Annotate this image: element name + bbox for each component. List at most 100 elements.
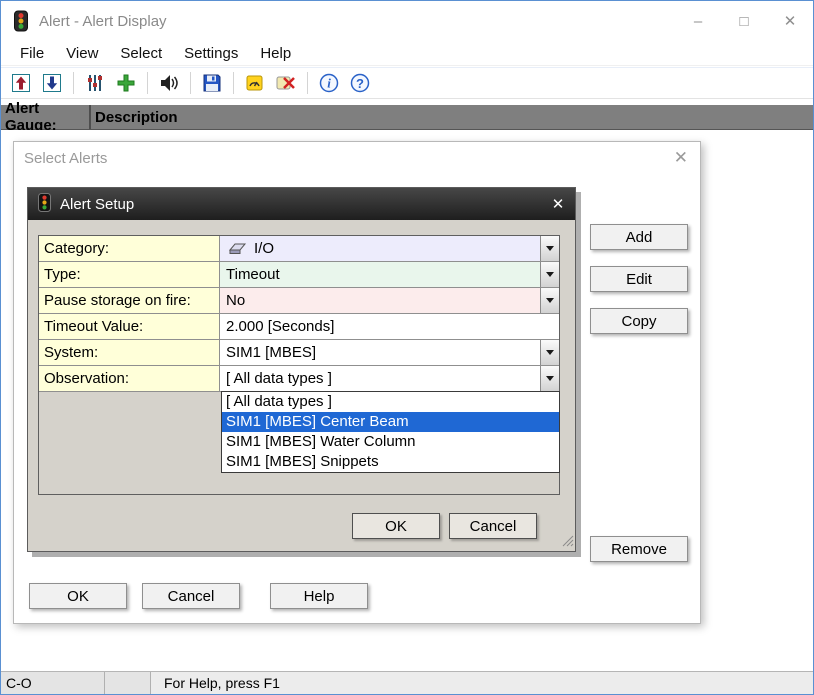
category-combobox[interactable]: I/O (220, 236, 559, 261)
move-down-icon (41, 72, 63, 94)
close-button[interactable]: ✕ (767, 1, 813, 41)
filter-sliders-button[interactable] (81, 70, 109, 97)
menu-settings[interactable]: Settings (173, 45, 249, 62)
column-description[interactable]: Description (91, 109, 178, 126)
menubar: File View Select Settings Help (1, 41, 813, 66)
chevron-down-icon (546, 350, 554, 355)
pause-storage-dropdown-button[interactable] (540, 288, 559, 313)
minimize-button[interactable]: – (675, 1, 721, 41)
field-row-category: Category: I/O (39, 236, 559, 262)
alert-gauge-remove-icon (275, 72, 297, 94)
alert-setup-titlebar: Alert Setup ✕ (28, 188, 575, 220)
pause-storage-value: No (226, 292, 245, 309)
field-row-type: Type: Timeout (39, 262, 559, 288)
select-alerts-title: Select Alerts (24, 150, 107, 167)
toolbar-separator (307, 72, 308, 94)
field-row-pause-storage: Pause storage on fire: No (39, 288, 559, 314)
info-button[interactable]: i (315, 70, 343, 97)
resize-grip[interactable] (560, 533, 574, 552)
select-alerts-ok-button[interactable]: OK (29, 583, 127, 609)
maximize-button[interactable]: □ (721, 1, 767, 41)
system-dropdown-button[interactable] (540, 340, 559, 365)
select-alerts-dialog: Select Alerts ✕ Add Edit Copy Remove OK … (13, 141, 701, 624)
move-up-button[interactable] (7, 70, 35, 97)
system-value: SIM1 [MBES] (226, 344, 316, 361)
app-window: Alert - Alert Display – □ ✕ File View Se… (0, 0, 814, 695)
chevron-down-icon (546, 298, 554, 303)
field-row-timeout-value: Timeout Value: 2.000 [Seconds] (39, 314, 559, 340)
toolbar-separator (73, 72, 74, 94)
statusbar-message: For Help, press F1 (151, 675, 280, 691)
alert-gauge-add-button[interactable] (241, 70, 269, 97)
help-button[interactable]: ? (346, 70, 374, 97)
plus-icon (115, 72, 137, 94)
field-row-observation: Observation: [ All data types ] (39, 366, 559, 392)
pause-storage-label: Pause storage on fire: (39, 288, 220, 313)
add-button[interactable] (112, 70, 140, 97)
category-dropdown-button[interactable] (540, 236, 559, 261)
chevron-down-icon (546, 376, 554, 381)
observation-combobox[interactable]: [ All data types ] (220, 366, 559, 391)
window-title: Alert - Alert Display (39, 13, 675, 30)
alert-gauge-icon (244, 72, 266, 94)
observation-dropdown-button[interactable] (540, 366, 559, 391)
speaker-icon (158, 72, 180, 94)
observation-dropdown-list: [ All data types ] SIM1 [MBES] Center Be… (221, 391, 560, 473)
select-alerts-cancel-button[interactable]: Cancel (142, 583, 240, 609)
system-label: System: (39, 340, 220, 365)
alert-gauge-remove-button[interactable] (272, 70, 300, 97)
type-combobox[interactable]: Timeout (220, 262, 559, 287)
toolbar-separator (233, 72, 234, 94)
category-value: I/O (254, 240, 274, 257)
type-dropdown-button[interactable] (540, 262, 559, 287)
toolbar-separator (190, 72, 191, 94)
field-row-system: System: SIM1 [MBES] (39, 340, 559, 366)
toolbar: i ? (1, 67, 813, 99)
add-alert-button[interactable]: Add (590, 224, 688, 250)
menu-help[interactable]: Help (249, 45, 302, 62)
move-up-icon (10, 72, 32, 94)
copy-alert-button[interactable]: Copy (590, 308, 688, 334)
alert-setup-cancel-button[interactable]: Cancel (449, 513, 537, 539)
timeout-value-label: Timeout Value: (39, 314, 220, 339)
timeout-value-field[interactable]: 2.000 [Seconds] (220, 314, 559, 339)
io-device-icon (226, 242, 248, 255)
type-label: Type: (39, 262, 220, 287)
alert-setup-close-icon[interactable]: ✕ (541, 188, 575, 220)
sound-button[interactable] (155, 70, 183, 97)
dropdown-option-snippets[interactable]: SIM1 [MBES] Snippets (222, 452, 559, 472)
list-column-header: Alert Gauge: Description (1, 105, 813, 130)
statusbar-segment (105, 672, 151, 694)
menu-file[interactable]: File (9, 45, 55, 62)
alert-setup-title: Alert Setup (60, 196, 541, 213)
save-button[interactable] (198, 70, 226, 97)
toolbar-separator (147, 72, 148, 94)
system-combobox[interactable]: SIM1 [MBES] (220, 340, 559, 365)
statusbar: C-O For Help, press F1 (1, 671, 813, 694)
svg-text:?: ? (356, 76, 364, 91)
edit-alert-button[interactable]: Edit (590, 266, 688, 292)
alert-setup-ok-button[interactable]: OK (352, 513, 440, 539)
dropdown-option-water-column[interactable]: SIM1 [MBES] Water Column (222, 432, 559, 452)
chevron-down-icon (546, 246, 554, 251)
select-alerts-close-icon[interactable]: ✕ (674, 148, 688, 168)
move-down-button[interactable] (38, 70, 66, 97)
traffic-light-icon (38, 193, 51, 216)
info-icon: i (318, 72, 340, 94)
observation-label: Observation: (39, 366, 220, 391)
observation-value: [ All data types ] (226, 370, 332, 387)
chevron-down-icon (546, 272, 554, 277)
type-value: Timeout (226, 266, 280, 283)
dropdown-option-all-data-types[interactable]: [ All data types ] (222, 392, 559, 412)
menu-view[interactable]: View (55, 45, 109, 62)
svg-text:i: i (327, 76, 331, 91)
column-alert-gauge[interactable]: Alert Gauge: (1, 100, 89, 134)
alert-setup-body: Category: I/O (28, 220, 575, 553)
menu-select[interactable]: Select (109, 45, 173, 62)
statusbar-mode: C-O (1, 672, 105, 694)
dropdown-option-center-beam-selected[interactable]: SIM1 [MBES] Center Beam (222, 412, 559, 432)
select-alerts-help-button[interactable]: Help (270, 583, 368, 609)
pause-storage-combobox[interactable]: No (220, 288, 559, 313)
remove-alert-button[interactable]: Remove (590, 536, 688, 562)
statusbar-mode-text: C-O (6, 675, 32, 691)
